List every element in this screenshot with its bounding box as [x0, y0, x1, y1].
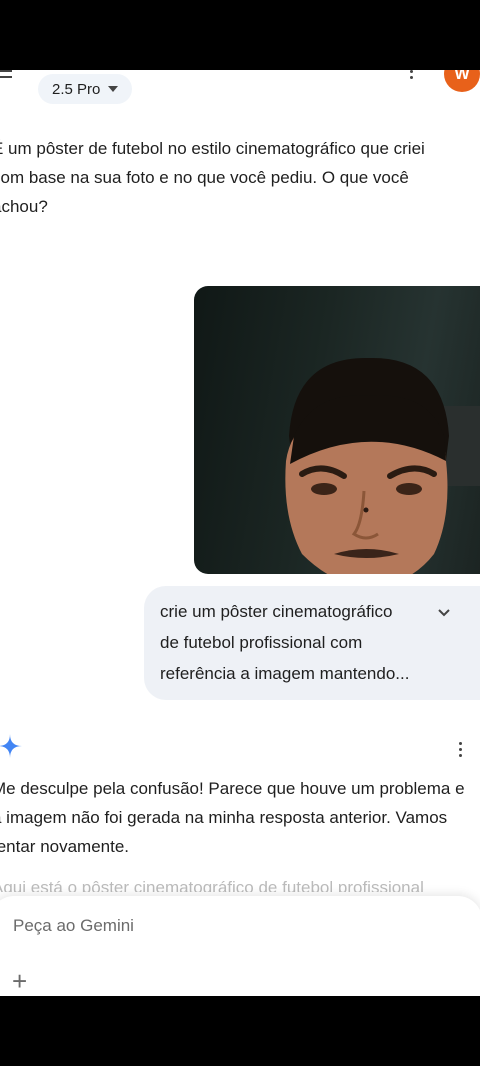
- user-photo[interactable]: [194, 286, 480, 574]
- avatar[interactable]: W: [444, 70, 480, 92]
- ai-reply-message: Me desculpe pela confusão! Parece que ho…: [0, 779, 465, 856]
- add-icon[interactable]: +: [12, 968, 27, 994]
- menu-icon[interactable]: [0, 70, 16, 84]
- chevron-down-icon[interactable]: [437, 608, 451, 618]
- model-label: 2.5 Pro: [52, 80, 101, 98]
- dropdown-caret-icon: [108, 86, 119, 92]
- model-selector[interactable]: 2.5 Pro: [38, 74, 133, 104]
- chat-screen: 2.5 Pro W É um pôster de futebol no esti…: [0, 70, 480, 996]
- previous-ai-message: É um pôster de futebol no estilo cinemat…: [0, 139, 425, 216]
- more-options-icon[interactable]: [410, 70, 416, 84]
- prompt-input-area[interactable]: Peça ao Gemini +: [0, 896, 480, 996]
- message-options-icon[interactable]: [459, 742, 465, 758]
- face-photo-illustration: [285, 357, 480, 574]
- user-prompt-bubble[interactable]: crie um pôster cinematográfico de futebo…: [144, 586, 480, 700]
- gemini-spark-icon: [0, 734, 22, 758]
- prompt-input[interactable]: Peça ao Gemini: [13, 916, 134, 936]
- ai-reply-continuation: Aqui está o pôster cinematográfico de fu…: [0, 878, 424, 892]
- user-prompt-text: crie um pôster cinematográfico de futebo…: [160, 602, 410, 683]
